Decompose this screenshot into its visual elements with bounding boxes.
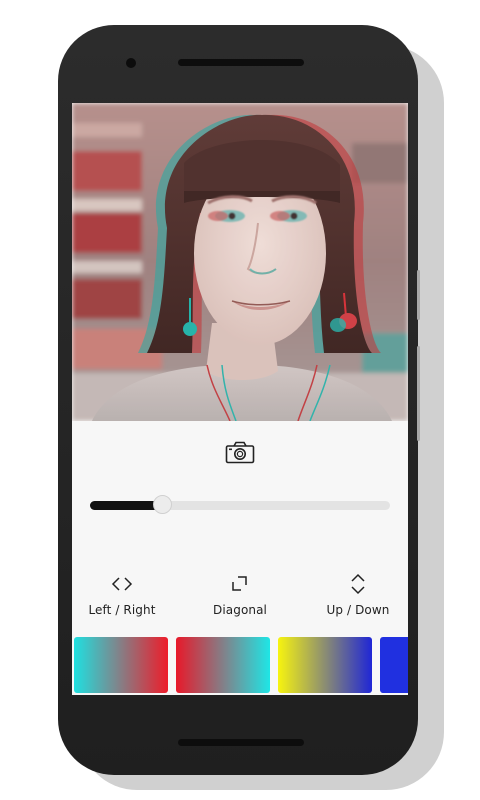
slider-fill (90, 501, 162, 510)
direction-diagonal-button[interactable]: Diagonal (190, 573, 290, 623)
top-speaker (178, 59, 304, 66)
device-mockup: Left / Right Diagonal Up / Down (0, 0, 480, 800)
phone-volume-button (417, 346, 420, 441)
slider-thumb[interactable] (153, 495, 172, 514)
direction-label: Diagonal (213, 603, 267, 617)
up-down-arrows-icon (351, 573, 365, 595)
camera-button[interactable] (224, 439, 256, 465)
preset-yellow-blue[interactable] (278, 637, 372, 693)
bottom-speaker (178, 739, 304, 746)
preset-blue[interactable] (380, 637, 408, 693)
direction-label: Up / Down (326, 603, 390, 617)
color-preset-strip[interactable] (72, 637, 408, 695)
direction-left-right-button[interactable]: Left / Right (72, 573, 172, 623)
preset-red-cyan[interactable] (176, 637, 270, 693)
camera-icon (225, 441, 255, 464)
phone-power-button (417, 270, 420, 320)
left-right-arrows-icon (111, 577, 133, 591)
direction-up-down-button[interactable]: Up / Down (308, 573, 408, 623)
anaglyph-photo-preview[interactable] (72, 103, 408, 421)
app-screen: Left / Right Diagonal Up / Down (72, 103, 408, 695)
shift-intensity-slider[interactable] (90, 495, 390, 515)
preset-cyan-red[interactable] (74, 637, 168, 693)
direction-label: Left / Right (88, 603, 156, 617)
front-camera (126, 58, 136, 68)
diagonal-corner-icon (232, 576, 247, 591)
